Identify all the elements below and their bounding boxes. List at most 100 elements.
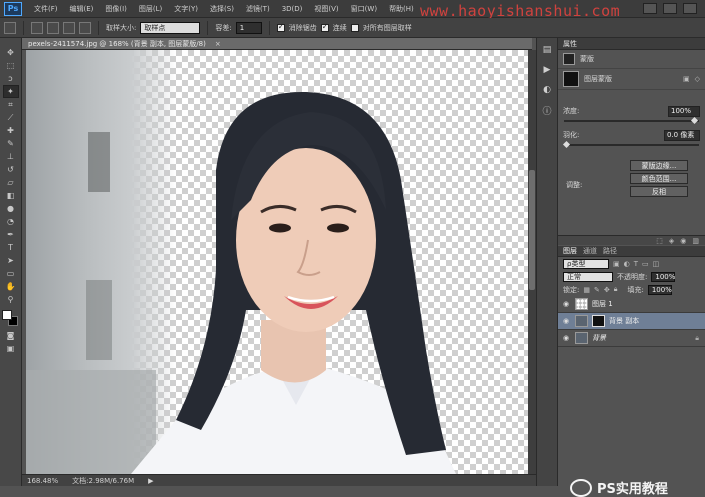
healing-brush-tool-icon[interactable]: ✚ — [4, 125, 18, 136]
blur-tool-icon[interactable]: ● — [4, 203, 18, 214]
foreground-color-swatch[interactable] — [1, 310, 12, 320]
close-icon[interactable]: × — [215, 40, 221, 48]
move-tool-icon[interactable]: ✥ — [4, 47, 18, 58]
all-layers-checkbox[interactable] — [350, 23, 359, 32]
eye-icon[interactable]: ◉ — [563, 334, 571, 342]
sample-size-select[interactable]: 取样点 — [140, 21, 201, 34]
clone-stamp-tool-icon[interactable]: ⊥ — [4, 151, 18, 162]
layer-row[interactable]: ◉ 背景 🔒︎ — [558, 330, 705, 347]
tab-layers[interactable]: 图层 — [563, 246, 577, 256]
eraser-tool-icon[interactable]: ▱ — [4, 177, 18, 188]
opacity-input[interactable]: 100% — [651, 271, 675, 282]
layer-row[interactable]: ◉ 图层 1 — [558, 296, 705, 313]
lasso-tool-icon[interactable]: ↄ — [4, 73, 18, 84]
vertical-scrollbar-thumb[interactable] — [529, 170, 535, 290]
brush-tool-icon[interactable]: ✎ — [4, 138, 18, 149]
adjustments-panel-icon[interactable]: ◐ — [541, 84, 553, 96]
contiguous-checkbox[interactable] — [320, 22, 329, 32]
hand-tool-icon[interactable]: ✋ — [4, 281, 18, 292]
vector-mask-icon[interactable]: ◇ — [695, 75, 700, 83]
invert-button[interactable]: 反相 — [630, 186, 688, 197]
menu-help[interactable]: 帮助(H) — [383, 4, 420, 14]
type-tool-icon[interactable]: T — [4, 242, 18, 253]
tab-paths[interactable]: 路径 — [603, 246, 617, 256]
eyedropper-tool-icon[interactable]: ⟋ — [4, 112, 18, 123]
new-selection-icon[interactable] — [31, 21, 43, 34]
actions-panel-icon[interactable]: ▶ — [541, 64, 553, 76]
zoom-tool-icon[interactable]: ⚲ — [4, 294, 18, 305]
path-selection-tool-icon[interactable]: ➤ — [4, 255, 18, 266]
history-panel-icon[interactable]: ▤ — [541, 44, 553, 56]
density-slider[interactable] — [564, 116, 699, 125]
document-canvas[interactable] — [26, 50, 528, 474]
marquee-tool-icon[interactable]: ⬚ — [4, 60, 18, 71]
filter-shape-icon[interactable]: ▭ — [642, 260, 649, 268]
info-panel-icon[interactable]: ⓘ — [541, 104, 553, 117]
feather-slider[interactable] — [562, 140, 699, 149]
antialias-checkbox[interactable] — [276, 22, 285, 32]
density-input[interactable]: 100% — [668, 105, 700, 117]
trash-icon[interactable]: ▥ — [692, 237, 699, 245]
blend-mode-select[interactable]: 正常 — [563, 271, 613, 282]
menu-image[interactable]: 图像(I) — [99, 4, 133, 14]
tab-channels[interactable]: 通道 — [583, 246, 597, 256]
intersect-selection-icon[interactable] — [79, 21, 91, 34]
menu-file[interactable]: 文件(F) — [28, 4, 64, 14]
feather-input[interactable]: 0.0 像素 — [664, 129, 700, 141]
fill-input[interactable]: 100% — [647, 284, 672, 295]
lock-position-icon[interactable]: ✥ — [604, 286, 610, 294]
left-eye — [269, 223, 291, 233]
dodge-tool-icon[interactable]: ◔ — [4, 216, 18, 227]
color-range-button[interactable]: 颜色范围... — [630, 173, 688, 184]
menu-edit[interactable]: 编辑(E) — [64, 4, 100, 14]
load-selection-icon[interactable]: ⬚ — [656, 237, 663, 245]
menu-layer[interactable]: 图层(L) — [133, 4, 168, 14]
magic-wand-preset-icon[interactable] — [4, 21, 16, 34]
filter-type-icon[interactable]: T — [634, 260, 638, 268]
history-brush-tool-icon[interactable]: ↺ — [4, 164, 18, 175]
eye-icon[interactable]: ◉ — [563, 300, 571, 308]
apply-mask-icon[interactable]: ◈ — [669, 237, 674, 245]
crop-tool-icon[interactable]: ⌗ — [4, 99, 18, 110]
menu-window[interactable]: 窗口(W) — [345, 4, 383, 14]
shape-tool-icon[interactable]: ▭ — [4, 268, 18, 279]
layer-kind-filter[interactable]: ρ类型 — [563, 258, 609, 269]
screen-mode-icon[interactable]: ▣ — [4, 343, 18, 354]
separator — [23, 20, 24, 35]
menu-filter[interactable]: 滤镜(T) — [240, 4, 276, 14]
mask-edge-button[interactable]: 蒙版边缘... — [630, 160, 688, 171]
close-button[interactable] — [683, 3, 697, 14]
lock-transparent-icon[interactable]: ▦ — [583, 286, 590, 294]
magic-wand-tool-icon[interactable]: ✦ — [2, 85, 19, 98]
status-menu-arrow-icon[interactable]: ▶ — [148, 477, 153, 485]
menu-type[interactable]: 文字(Y) — [168, 4, 204, 14]
eye-icon[interactable]: ◉ — [563, 317, 571, 325]
zoom-readout[interactable]: 168.48% — [27, 477, 58, 485]
subtract-selection-icon[interactable] — [63, 21, 75, 34]
vertical-scrollbar[interactable] — [528, 50, 536, 474]
filter-adjust-icon[interactable]: ◐ — [624, 260, 630, 268]
visibility-icon[interactable]: ◉ — [680, 237, 686, 245]
menu-view[interactable]: 视图(V) — [308, 4, 344, 14]
filter-smart-icon[interactable]: ◫ — [653, 260, 660, 268]
tolerance-input[interactable]: 1 — [235, 21, 262, 34]
layer-row[interactable]: ◉ 背景 副本 — [558, 313, 705, 330]
menu-3d[interactable]: 3D(D) — [276, 5, 309, 13]
filter-pixel-icon[interactable]: ▣ — [613, 260, 620, 268]
document-tab[interactable]: pexels-2411574.jpg @ 168% (背景 副本, 图层蒙版/8… — [22, 38, 532, 50]
lock-all-icon[interactable]: 🔒︎ — [614, 285, 618, 294]
feather-slider-knob[interactable] — [562, 140, 571, 149]
maximize-button[interactable] — [663, 3, 677, 14]
lock-image-icon[interactable]: ✎ — [594, 286, 600, 294]
quick-mask-icon[interactable]: ◙ — [4, 330, 18, 341]
minimize-button[interactable] — [643, 3, 657, 14]
pixel-mask-icon[interactable]: ▣ — [683, 75, 690, 83]
add-selection-icon[interactable] — [47, 21, 59, 34]
gradient-tool-icon[interactable]: ◧ — [4, 190, 18, 201]
color-swatches[interactable] — [1, 310, 20, 326]
density-slider-knob[interactable] — [690, 116, 699, 125]
menu-select[interactable]: 选择(S) — [204, 4, 240, 14]
pen-tool-icon[interactable]: ✒ — [4, 229, 18, 240]
layer-mask-thumbnail[interactable] — [592, 315, 605, 327]
layer-mask-row[interactable]: 图层蒙版 ▣ ◇ — [558, 68, 705, 90]
